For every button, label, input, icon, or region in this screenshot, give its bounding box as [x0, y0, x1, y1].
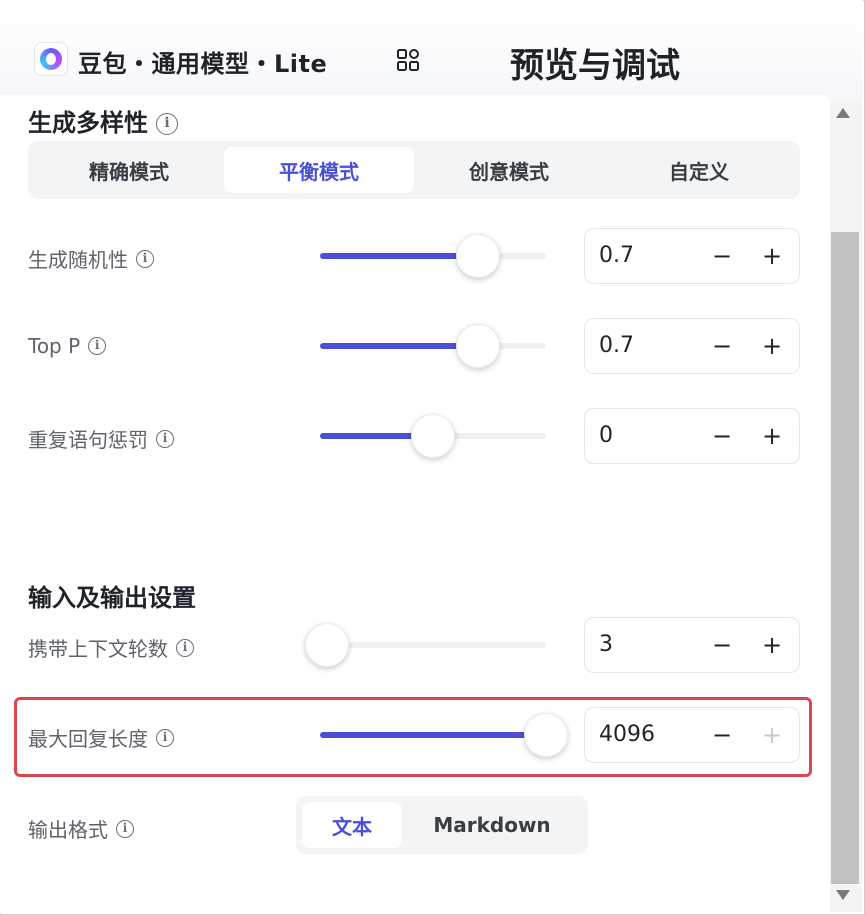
format-text-option[interactable]: 文本: [302, 802, 402, 848]
decrement-button[interactable]: −: [707, 628, 737, 662]
mode-creative[interactable]: 创意模式: [414, 147, 604, 193]
increment-button[interactable]: +: [757, 628, 787, 662]
decrement-button[interactable]: −: [707, 329, 737, 363]
repetition-penalty-slider[interactable]: [320, 414, 546, 458]
max-length-stepper: 4096 − +: [584, 707, 800, 763]
increment-button[interactable]: +: [757, 329, 787, 363]
apps-grid-icon[interactable]: [396, 48, 420, 72]
slider-fill: [320, 343, 478, 349]
top-p-label: Top P i: [28, 334, 107, 358]
slider-fill: [320, 253, 478, 259]
info-icon[interactable]: i: [156, 728, 174, 747]
settings-panel: [0, 95, 830, 913]
diversity-section-title: 生成多样性 i: [28, 103, 178, 138]
context-rounds-label-text: 携带上下文轮数: [28, 637, 168, 661]
mode-balanced[interactable]: 平衡模式: [224, 147, 414, 193]
io-section-title: 输入及输出设置: [28, 584, 196, 612]
max-length-label: 最大回复长度 i: [28, 723, 174, 752]
output-format-label-text: 输出格式: [28, 818, 108, 842]
decrement-button[interactable]: −: [707, 419, 737, 453]
temperature-value[interactable]: 0.7: [599, 243, 634, 268]
scroll-up-arrow-icon[interactable]: [836, 108, 850, 118]
slider-handle[interactable]: [524, 713, 568, 757]
info-icon[interactable]: i: [116, 819, 134, 838]
temperature-label-text: 生成随机性: [28, 248, 128, 272]
temperature-stepper: 0.7 − +: [584, 228, 800, 284]
max-length-label-text: 最大回复长度: [28, 727, 148, 751]
scrollbar-thumb[interactable]: [831, 232, 859, 884]
slider-handle[interactable]: [456, 324, 500, 368]
top-p-stepper: 0.7 − +: [584, 318, 800, 374]
info-icon[interactable]: i: [176, 638, 194, 657]
repetition-value[interactable]: 0: [599, 423, 613, 448]
repetition-penalty-stepper: 0 − +: [584, 408, 800, 464]
context-rounds-value[interactable]: 3: [599, 632, 613, 657]
decrement-button[interactable]: −: [707, 239, 737, 273]
output-format-label: 输出格式 i: [28, 814, 134, 843]
top-p-label-text: Top P: [28, 334, 81, 358]
temperature-slider[interactable]: [320, 234, 546, 278]
slider-handle[interactable]: [456, 234, 500, 278]
slider-handle[interactable]: [305, 623, 349, 667]
max-length-value[interactable]: 4096: [599, 722, 655, 747]
increment-button[interactable]: +: [757, 419, 787, 453]
info-icon[interactable]: i: [88, 337, 107, 355]
top-p-slider[interactable]: [320, 324, 546, 368]
context-rounds-stepper: 3 − +: [584, 617, 800, 673]
context-rounds-label: 携带上下文轮数 i: [28, 633, 194, 662]
header: 豆包・通用模型・Lite 预览与调试: [0, 0, 863, 100]
mode-precise[interactable]: 精确模式: [34, 147, 224, 193]
top-p-value[interactable]: 0.7: [599, 333, 634, 358]
page-title: 预览与调试: [510, 46, 680, 86]
mode-custom[interactable]: 自定义: [604, 147, 794, 193]
context-rounds-slider[interactable]: [305, 623, 546, 667]
info-icon[interactable]: i: [156, 429, 174, 448]
increment-button[interactable]: +: [757, 718, 787, 752]
temperature-label: 生成随机性 i: [28, 244, 154, 273]
diversity-title-text: 生成多样性: [28, 109, 148, 137]
info-icon[interactable]: i: [136, 249, 154, 268]
doubao-logo-icon: [34, 42, 68, 76]
decrement-button[interactable]: −: [707, 718, 737, 752]
diversity-mode-selector: 精确模式 平衡模式 创意模式 自定义: [28, 141, 800, 199]
slider-handle[interactable]: [411, 414, 455, 458]
increment-button[interactable]: +: [757, 239, 787, 273]
output-format-toggle: 文本 Markdown: [296, 796, 588, 854]
format-markdown-option[interactable]: Markdown: [402, 802, 582, 848]
slider-fill: [320, 732, 546, 738]
info-icon[interactable]: i: [156, 113, 178, 135]
repetition-label-text: 重复语句惩罚: [28, 428, 148, 452]
repetition-penalty-label: 重复语句惩罚 i: [28, 424, 174, 453]
model-name[interactable]: 豆包・通用模型・Lite: [78, 44, 327, 79]
scroll-down-arrow-icon[interactable]: [836, 890, 850, 900]
max-length-slider[interactable]: [320, 713, 568, 757]
